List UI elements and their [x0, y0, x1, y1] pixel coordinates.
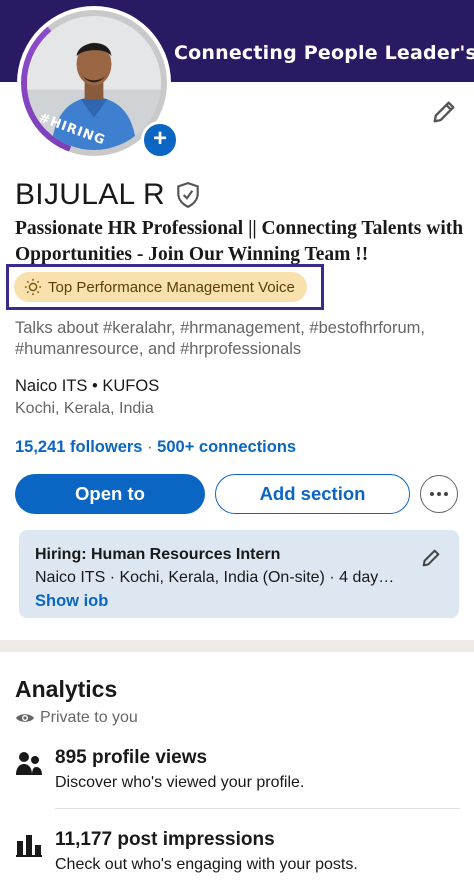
profile-photo[interactable]: #HIRING +: [17, 6, 179, 160]
organization[interactable]: Naico ITS • KUFOS: [15, 377, 159, 396]
location: Kochi, Kerala, India: [15, 400, 154, 417]
hiring-card-title: Hiring: Human Resources Intern: [35, 546, 281, 563]
post-impressions-subtitle: Check out who's engaging with your posts…: [55, 856, 358, 873]
lightbulb-icon: [24, 278, 42, 296]
analytics-visibility: Private to you: [15, 709, 138, 727]
profile-views-subtitle: Discover who's viewed your profile.: [55, 774, 305, 791]
post-impressions-title: 11,177 post impressions: [55, 829, 275, 850]
voice-badge[interactable]: Top Performance Management Voice: [14, 272, 307, 302]
profile-views-title: 895 profile views: [55, 747, 208, 768]
profile-headline: Passionate HR Professional || Connecting…: [15, 218, 464, 265]
add-photo-button[interactable]: +: [141, 121, 179, 159]
stat-divider: [55, 808, 460, 809]
edit-profile-pencil-icon[interactable]: [430, 98, 458, 126]
banner-text: Connecting People Leader's ...: [174, 42, 474, 64]
network-separator: ·: [147, 438, 153, 456]
section-divider: [0, 640, 474, 652]
eye-icon: [16, 714, 34, 722]
people-icon: [16, 752, 42, 775]
add-section-button[interactable]: Add section: [215, 474, 410, 514]
bar-chart-icon: [16, 835, 42, 857]
connections-link[interactable]: 500+ connections: [157, 438, 296, 456]
voice-badge-label: Top Performance Management Voice: [48, 278, 295, 296]
private-label: Private to you: [40, 709, 138, 726]
analytics-title: Analytics: [15, 676, 118, 702]
profile-views-stat[interactable]: 895 profile views Discover who's viewed …: [15, 747, 460, 807]
followers-link[interactable]: 15,241 followers: [15, 438, 142, 456]
show-job-link[interactable]: Show iob: [35, 592, 108, 611]
talks-about: Talks about #keralahr, #hrmanagement, #b…: [15, 319, 425, 358]
post-impressions-stat[interactable]: 11,177 post impressions Check out who's …: [15, 829, 460, 884]
more-dots-icon: [430, 492, 434, 496]
profile-name: BIJULAL R: [15, 178, 165, 211]
verified-shield-icon[interactable]: [175, 181, 201, 209]
hiring-card-detail: Naico ITS · Kochi, Kerala, India (On-sit…: [35, 569, 395, 586]
more-options-button[interactable]: [420, 475, 458, 513]
network-stats: 15,241 followers · 500+ connections: [15, 438, 296, 457]
hiring-card[interactable]: Hiring: Human Resources Intern Naico ITS…: [19, 530, 459, 618]
edit-hiring-pencil-icon[interactable]: [420, 547, 442, 569]
open-to-button[interactable]: Open to: [15, 474, 205, 514]
